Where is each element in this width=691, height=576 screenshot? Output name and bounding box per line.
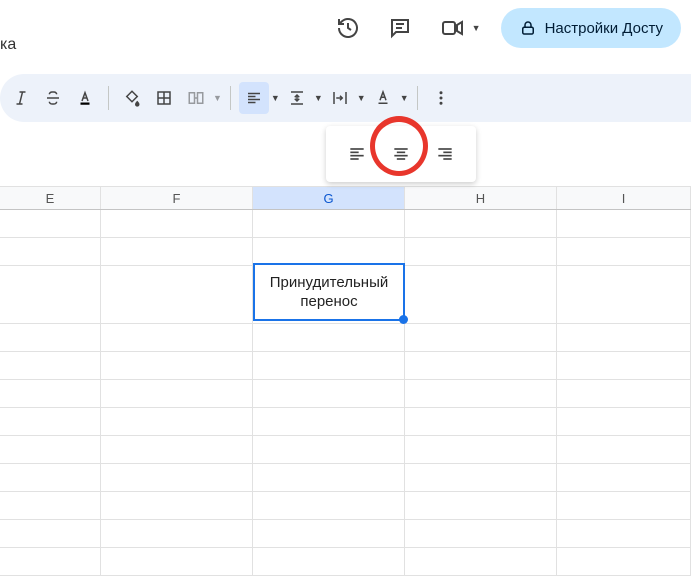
vertical-align-button[interactable] xyxy=(282,82,312,114)
align-right-option[interactable] xyxy=(428,137,462,171)
col-header-i[interactable]: I xyxy=(557,187,691,209)
italic-button[interactable] xyxy=(6,82,36,114)
comment-icon[interactable] xyxy=(384,12,416,44)
selection-fill-handle[interactable] xyxy=(399,315,408,324)
rotation-dropdown-caret[interactable]: ▼ xyxy=(400,93,409,103)
merge-cells-button[interactable] xyxy=(181,82,211,114)
history-icon[interactable] xyxy=(332,12,364,44)
share-button[interactable]: Настройки Досту xyxy=(501,8,681,48)
text-wrap-button[interactable] xyxy=(325,82,355,114)
align-left-option[interactable] xyxy=(340,137,374,171)
video-dropdown-caret[interactable]: ▼ xyxy=(472,23,481,33)
share-label: Настройки Досту xyxy=(545,20,663,37)
toolbar: ▼ ▼ ▼ ▼ ▼ xyxy=(0,74,691,122)
title-fragment: ка xyxy=(0,36,16,54)
text-color-button[interactable] xyxy=(70,82,100,114)
fill-color-button[interactable] xyxy=(117,82,147,114)
col-header-g[interactable]: G xyxy=(253,187,405,209)
wrap-dropdown-caret[interactable]: ▼ xyxy=(357,93,366,103)
col-header-e[interactable]: E xyxy=(0,187,101,209)
more-options-button[interactable] xyxy=(426,82,456,114)
halign-dropdown-caret[interactable]: ▼ xyxy=(271,93,280,103)
text-rotation-button[interactable] xyxy=(368,82,398,114)
spreadsheet-grid[interactable]: E F G H I Принудительный перенос xyxy=(0,186,691,575)
selected-cell[interactable]: Принудительный перенос xyxy=(253,263,405,321)
merge-dropdown-caret[interactable]: ▼ xyxy=(213,93,222,103)
horizontal-align-button[interactable] xyxy=(239,82,269,114)
toolbar-separator xyxy=(230,86,231,110)
halign-dropdown-panel xyxy=(326,126,476,182)
toolbar-separator xyxy=(108,86,109,110)
cell-text: Принудительный перенос xyxy=(255,273,403,312)
align-center-option[interactable] xyxy=(384,137,418,171)
lock-icon xyxy=(519,19,537,37)
toolbar-separator xyxy=(417,86,418,110)
col-header-h[interactable]: H xyxy=(405,187,557,209)
col-header-f[interactable]: F xyxy=(101,187,253,209)
valign-dropdown-caret[interactable]: ▼ xyxy=(314,93,323,103)
video-icon[interactable] xyxy=(436,12,468,44)
borders-button[interactable] xyxy=(149,82,179,114)
strikethrough-button[interactable] xyxy=(38,82,68,114)
